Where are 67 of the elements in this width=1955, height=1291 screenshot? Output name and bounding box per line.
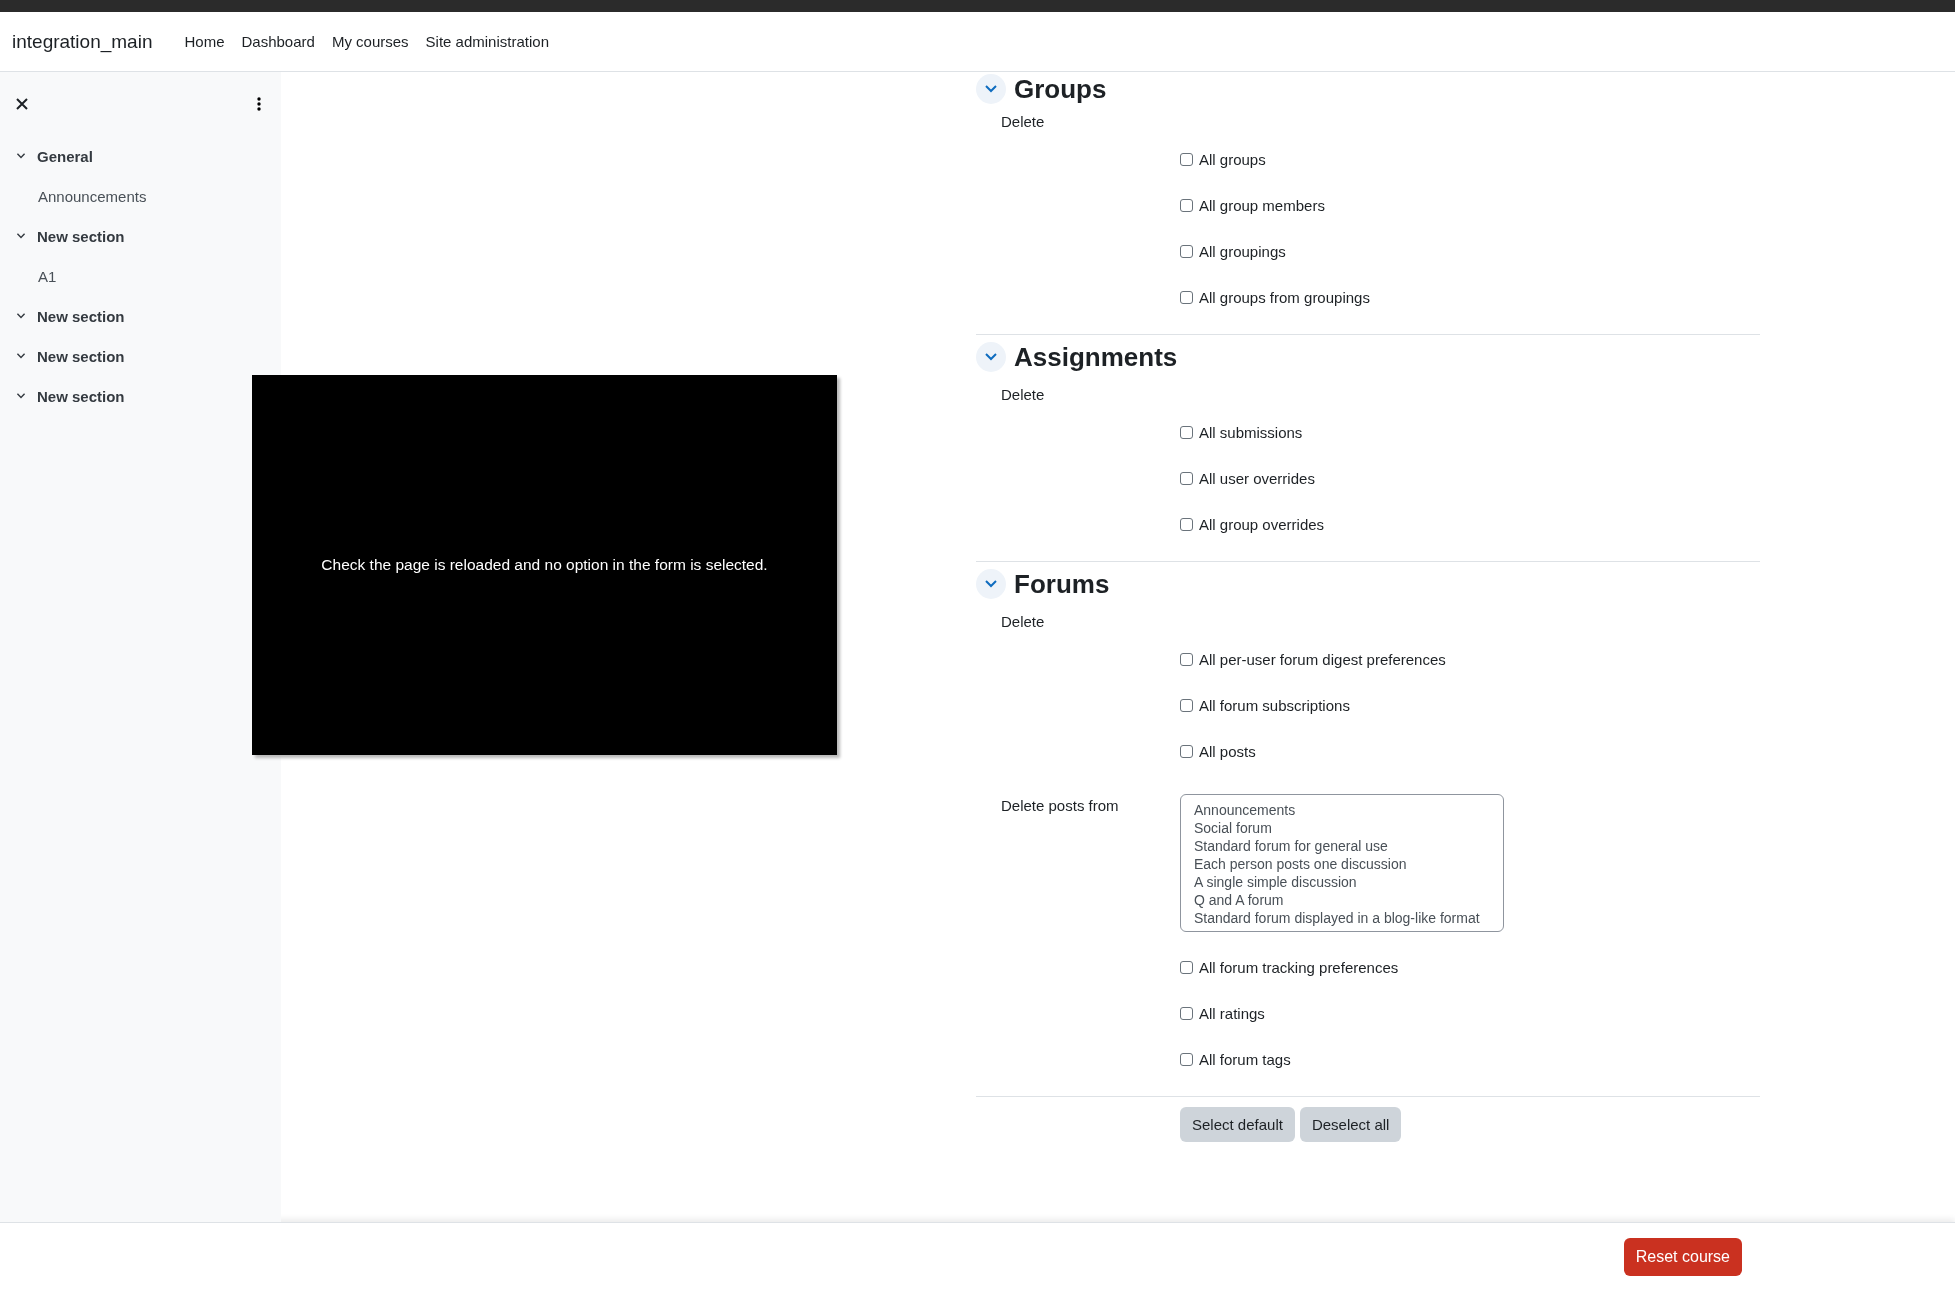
activity-link[interactable]: Announcements: [38, 187, 147, 205]
nav-link[interactable]: My courses: [331, 33, 409, 50]
checkbox-label: All forum tracking preferences: [1199, 958, 1399, 976]
section-heading: Groups: [1014, 73, 1107, 105]
collapse-toggle[interactable]: [976, 74, 1006, 104]
activity-link[interactable]: A1: [38, 267, 57, 285]
checkbox[interactable]: [1180, 425, 1193, 439]
nav-link[interactable]: Home: [184, 33, 225, 50]
checkbox[interactable]: [1180, 290, 1193, 304]
checkbox[interactable]: [1180, 152, 1193, 166]
listbox-option[interactable]: Standard forum for general use: [1194, 837, 1503, 855]
section-link[interactable]: New section: [37, 387, 125, 405]
site-name[interactable]: integration_main: [12, 30, 153, 53]
checkbox[interactable]: [1180, 960, 1193, 974]
chevron-down-icon[interactable]: [16, 391, 26, 401]
checkbox-label: All group overrides: [1199, 515, 1325, 533]
section-link[interactable]: General: [37, 147, 93, 165]
secondary-button[interactable]: Deselect all: [1299, 1107, 1402, 1142]
checkbox[interactable]: [1180, 244, 1193, 258]
checkbox-label: All submissions: [1199, 423, 1303, 441]
checkbox-label: All posts: [1199, 742, 1256, 760]
section-link[interactable]: New section: [37, 227, 125, 245]
field-label: Delete: [1000, 612, 1046, 630]
listbox-option[interactable]: Each person posts one discussion: [1194, 855, 1503, 873]
checkbox-label: All group members: [1199, 196, 1325, 214]
chevron-down-icon[interactable]: [16, 231, 26, 241]
section-heading: Assignments: [1014, 341, 1178, 373]
field-label: Delete: [1000, 112, 1046, 130]
section-link[interactable]: New section: [37, 347, 125, 365]
checkbox-label: All groups from groupings: [1199, 288, 1370, 306]
checkbox-label: All forum subscriptions: [1199, 696, 1350, 714]
listbox-option[interactable]: Announcements: [1194, 801, 1503, 819]
checkbox[interactable]: [1180, 744, 1193, 758]
checkbox[interactable]: [1180, 698, 1193, 712]
section-link[interactable]: New section: [37, 307, 125, 325]
checkbox[interactable]: [1180, 471, 1193, 485]
checkbox[interactable]: [1180, 517, 1193, 531]
forum-listbox[interactable]: Announcements Social forum Standard forum for general use Each person posts one discussion A single simple discussion Q and A forum Standard forum displayed in a blog-like format: [1180, 794, 1504, 932]
collapse-toggle[interactable]: [976, 569, 1006, 599]
listbox-option[interactable]: Social forum: [1194, 819, 1503, 837]
caption-text: Check the page is reloaded and no option in the form is selected.: [321, 556, 768, 574]
field-label: Delete: [1000, 385, 1046, 403]
section-heading: Forums: [1014, 568, 1110, 600]
chevron-down-icon[interactable]: [16, 351, 26, 361]
checkbox-label: All ratings: [1199, 1004, 1265, 1022]
listbox-option[interactable]: Standard forum displayed in a blog-like format: [1194, 909, 1503, 927]
checkbox-label: All groups: [1199, 150, 1266, 168]
checkbox-label: All per-user forum digest preferences: [1199, 650, 1446, 668]
chevron-down-icon[interactable]: [16, 311, 26, 321]
more-icon[interactable]: [257, 97, 261, 111]
checkbox[interactable]: [1180, 1006, 1193, 1020]
reset-course-button[interactable]: Reset course: [1623, 1238, 1742, 1276]
checkbox-label: All forum tags: [1199, 1050, 1291, 1068]
nav-link[interactable]: Dashboard: [241, 33, 315, 50]
secondary-button[interactable]: Select default: [1180, 1107, 1295, 1142]
listbox-option[interactable]: Q and A forum: [1194, 891, 1503, 909]
checkbox[interactable]: [1180, 1052, 1193, 1066]
checkbox[interactable]: [1180, 198, 1193, 212]
collapse-toggle[interactable]: [976, 342, 1006, 372]
close-icon[interactable]: [16, 98, 28, 110]
listbox-option[interactable]: A single simple discussion: [1194, 873, 1503, 891]
checkbox-label: All groupings: [1199, 242, 1286, 260]
chevron-down-icon[interactable]: [16, 151, 26, 161]
nav-link[interactable]: Site administration: [425, 33, 549, 50]
field-label: Delete posts from: [1000, 796, 1120, 814]
checkbox[interactable]: [1180, 652, 1193, 666]
checkbox-label: All user overrides: [1199, 469, 1315, 487]
